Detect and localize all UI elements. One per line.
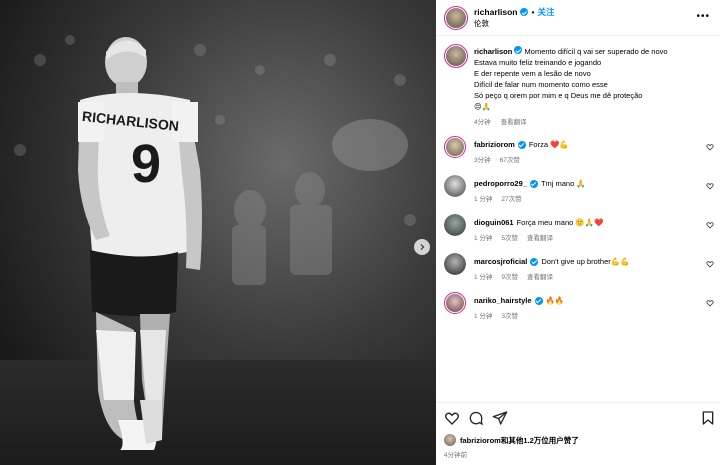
author-avatar[interactable]	[444, 6, 468, 30]
bookmark-icon[interactable]	[700, 410, 716, 426]
comment-meta: 1 分钟 27次赞	[474, 193, 522, 203]
comment-item: pedroporro29_ Tmj mano 🙏 1 分钟 27次赞	[444, 175, 720, 214]
verified-badge-icon	[517, 140, 526, 149]
comment-meta: 1 分钟 3次赞	[474, 310, 518, 320]
commenter-username[interactable]: pedroporro29_	[474, 179, 527, 188]
liker-username[interactable]: fabriziorom	[460, 436, 501, 445]
paper-plane-icon[interactable]	[492, 410, 508, 426]
commenter-username[interactable]: marcosjroficial	[474, 257, 527, 266]
author-line: richarlison • 关注	[474, 6, 554, 18]
caption-line: E der repente vem a lesão de novo	[474, 69, 591, 78]
comment-text: Tmj mano 🙏	[540, 179, 586, 188]
caption-translate-link[interactable]: 查看翻译	[501, 116, 527, 126]
comment-body: fabriziorom Forza ❤️💪	[474, 140, 569, 149]
comment-translate-link[interactable]: 查看翻译	[527, 232, 553, 242]
post-side-panel: richarlison • 关注 伦敦 ••• richarlison Mome…	[436, 0, 720, 465]
caption-time[interactable]: 4分钟	[474, 116, 491, 126]
likes-summary: fabriziorom和其他1.2万位用户赞了	[444, 434, 579, 446]
post-actions	[444, 410, 714, 428]
post-header: richarlison • 关注 伦敦 •••	[436, 0, 720, 36]
caption-username[interactable]: richarlison	[474, 47, 512, 56]
commenter-avatar[interactable]	[444, 175, 466, 197]
comment-bubble-icon[interactable]	[468, 410, 484, 426]
comment-meta: 1 分钟 9次赞 查看翻译	[474, 271, 553, 281]
commenter-avatar[interactable]	[444, 253, 466, 275]
separator-dot: •	[531, 7, 535, 17]
post-time[interactable]: 4分钟前	[444, 449, 467, 459]
comment-like-heart-icon[interactable]	[706, 299, 714, 307]
comment-body: nariko_hairstyle 🔥🔥	[474, 296, 564, 305]
comment-time[interactable]: 1 分钟	[474, 271, 492, 281]
comment-time[interactable]: 3分钟	[474, 154, 491, 164]
commenter-avatar[interactable]	[444, 136, 466, 158]
caption-line: Momento difícil q vai ser superado de no…	[524, 47, 668, 56]
comment-meta: 1 分钟 5次赞 查看翻译	[474, 232, 553, 242]
comment-text: Força meu mano 🙂🙏❤️	[516, 218, 604, 227]
comment-like-heart-icon[interactable]	[706, 221, 714, 229]
chevron-right-icon	[420, 244, 425, 250]
post-image: RICHARLISON 9	[0, 0, 436, 465]
caption-line: Estava muito feliz treinando e jogando	[474, 58, 602, 67]
comment-body: dioguin061 Força meu mano 🙂🙏❤️	[474, 218, 603, 227]
comment-text: Forza ❤️💪	[528, 140, 569, 149]
commenter-username[interactable]: fabriziorom	[474, 140, 515, 149]
comment-time[interactable]: 1 分钟	[474, 310, 492, 320]
comment-likes[interactable]: 27次赞	[501, 193, 521, 203]
jersey-number: 9	[131, 134, 161, 194]
comment-body: marcosjroficial Don't give up brother💪💪	[474, 257, 629, 266]
commenter-avatar[interactable]	[444, 214, 466, 236]
comment-text: Don't give up brother💪💪	[541, 257, 630, 266]
comment-time[interactable]: 1 分钟	[474, 193, 492, 203]
follow-button[interactable]: 关注	[537, 6, 554, 18]
commenter-username[interactable]: dioguin061	[474, 218, 514, 227]
comment-translate-link[interactable]: 查看翻译	[527, 271, 553, 281]
caption-text: richarlison Momento difícil q vai ser su…	[474, 46, 714, 112]
commenter-username[interactable]: nariko_hairstyle	[474, 296, 532, 305]
liker-avatar[interactable]	[444, 434, 456, 446]
post-photo[interactable]: RICHARLISON 9	[0, 0, 436, 465]
likes-count-text[interactable]: 和其他1.2万位用户赞了	[501, 436, 579, 445]
author-username[interactable]: richarlison	[474, 7, 517, 17]
caption-line: 😔🙏	[474, 102, 492, 111]
verified-badge-icon	[530, 257, 539, 266]
verified-badge-icon	[534, 296, 543, 305]
comment-likes[interactable]: 5次赞	[501, 232, 518, 242]
caption-meta: 4分钟 查看翻译	[474, 116, 527, 126]
comment-likes[interactable]: 67次赞	[500, 154, 520, 164]
comment-likes[interactable]: 3次赞	[501, 310, 518, 320]
comment-meta: 3分钟 67次赞	[474, 154, 520, 164]
next-image-button[interactable]	[414, 239, 430, 255]
comment-text: 🔥🔥	[545, 296, 565, 305]
caption-avatar[interactable]	[444, 44, 468, 68]
verified-badge-icon	[514, 46, 523, 54]
commenter-avatar[interactable]	[444, 292, 466, 314]
comment-like-heart-icon[interactable]	[706, 143, 714, 151]
comment-list: fabriziorom Forza ❤️💪 3分钟 67次赞 pedroporr…	[444, 136, 720, 331]
comment-item: nariko_hairstyle 🔥🔥 1 分钟 3次赞	[444, 292, 720, 331]
comment-item: fabriziorom Forza ❤️💪 3分钟 67次赞	[444, 136, 720, 175]
comment-item: marcosjroficial Don't give up brother💪💪 …	[444, 253, 720, 292]
comment-likes[interactable]: 9次赞	[501, 271, 518, 281]
more-dots-icon[interactable]: •••	[696, 11, 710, 22]
actions-divider	[436, 402, 720, 403]
verified-badge-icon	[529, 179, 538, 188]
location-link[interactable]: 伦敦	[474, 18, 489, 29]
caption-line: Só peço q orem por mim e q Deus me dê pr…	[474, 91, 643, 100]
verified-badge-icon	[520, 8, 529, 16]
comment-like-heart-icon[interactable]	[706, 260, 714, 268]
caption-line: Difícil de falar num momento como esse	[474, 80, 608, 89]
comment-item: dioguin061 Força meu mano 🙂🙏❤️ 1 分钟 5次赞 …	[444, 214, 720, 253]
comment-time[interactable]: 1 分钟	[474, 232, 492, 242]
comment-like-heart-icon[interactable]	[706, 182, 714, 190]
comment-body: pedroporro29_ Tmj mano 🙏	[474, 179, 586, 188]
heart-icon[interactable]	[444, 410, 460, 426]
